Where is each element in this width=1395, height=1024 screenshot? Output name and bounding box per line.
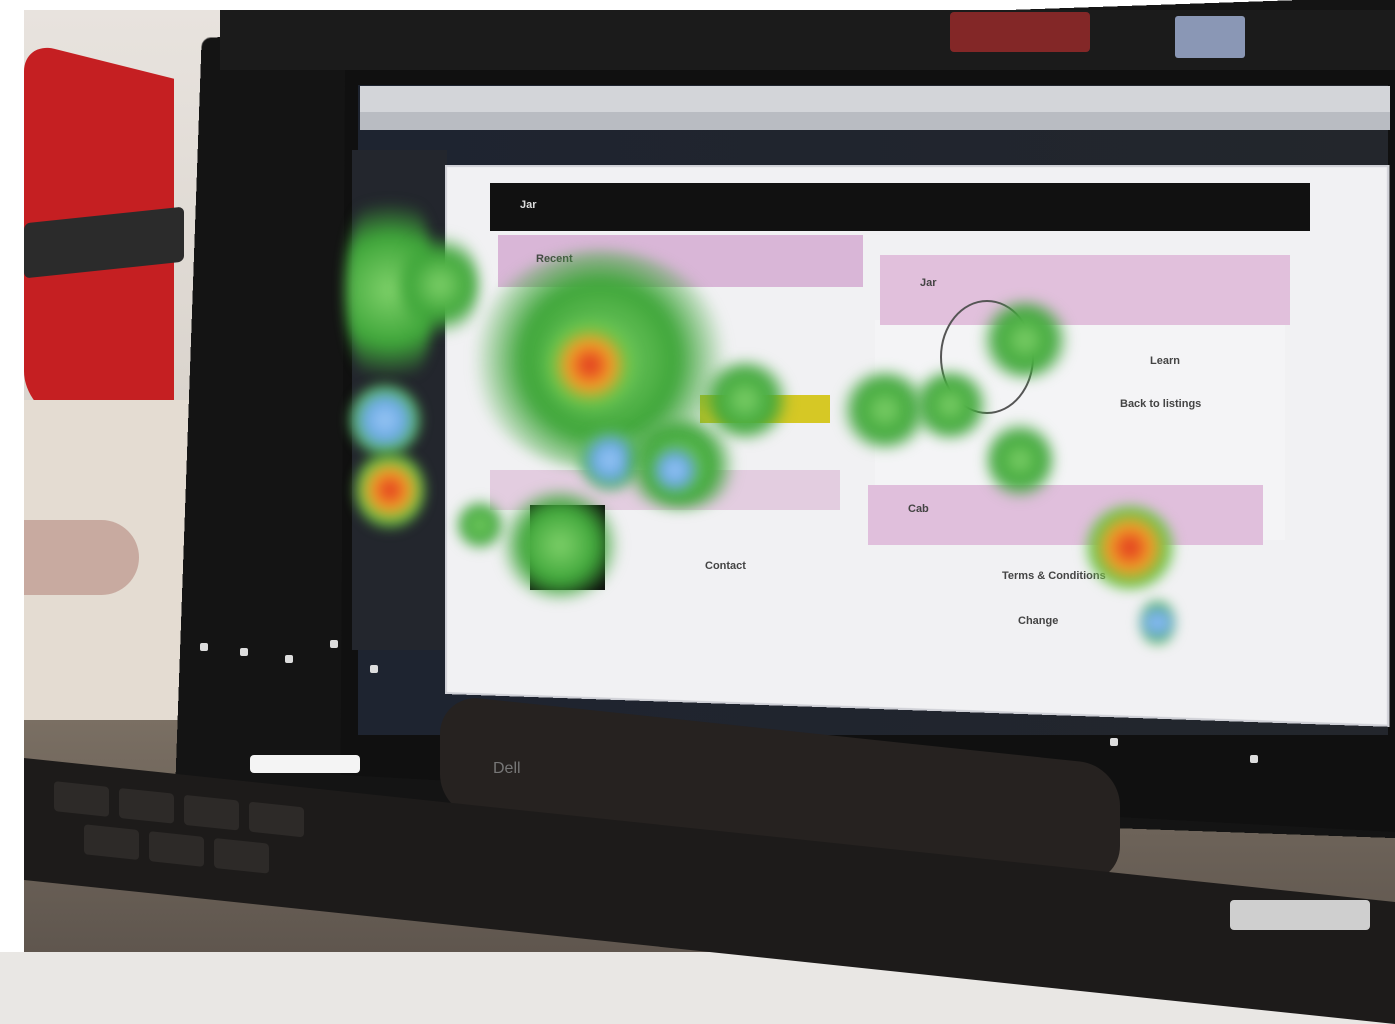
heatmap-blob: [980, 300, 1070, 380]
left-white-strip: [0, 0, 24, 952]
keyboard-key: [149, 831, 204, 867]
status-light: [250, 755, 360, 773]
link-terms[interactable]: Terms & Conditions: [1002, 570, 1106, 582]
taskbar-icon: [285, 655, 293, 663]
app-header-label: Jar: [520, 199, 537, 211]
laptop-logo: Dell: [493, 760, 521, 777]
heatmap-hotspot: [545, 320, 635, 410]
taskbar-icon: [1250, 755, 1258, 763]
heatmap-blob: [400, 230, 480, 340]
right-panel-title-2: Cab: [908, 503, 929, 515]
browser-titlebar: [360, 86, 1390, 112]
taskbar-icon: [330, 640, 338, 648]
keyboard-key: [119, 787, 174, 824]
heatmap-hotspot: [1085, 505, 1175, 590]
keyboard-key: [214, 837, 269, 874]
heatmap-blob: [500, 490, 620, 600]
heatmap-blob: [910, 370, 990, 440]
taskbar-icon: [200, 643, 208, 651]
app-header-bar: Jar: [490, 183, 1310, 231]
background-monitor-window-2: [1175, 16, 1245, 58]
heatmap-blob: [455, 500, 505, 550]
link-back[interactable]: Back to listings: [1120, 398, 1201, 410]
heatmap-hotspot: [355, 450, 425, 530]
heatmap-blob: [1140, 600, 1175, 645]
taskbar-icon: [240, 648, 248, 656]
browser-address-bar: [360, 112, 1390, 130]
right-panel-title: Jar: [920, 277, 937, 289]
heatmap-blob: [350, 385, 420, 455]
heatmap-blob: [985, 420, 1055, 500]
heatmap-blob: [700, 360, 790, 440]
link-learn[interactable]: Learn: [1150, 355, 1180, 367]
keyboard-key: [249, 801, 304, 838]
keyboard-key: [54, 781, 109, 817]
person-hand: [24, 520, 139, 595]
laptop-corner-light: [1230, 900, 1370, 930]
taskbar-icon: [370, 665, 378, 673]
keyboard-key: [84, 824, 139, 861]
left-footer-text: Contact: [705, 560, 746, 572]
right-panel-header: Jar: [880, 255, 1290, 325]
right-panel-header-2: Cab: [868, 485, 1263, 545]
taskbar-icon: [1110, 738, 1118, 746]
heatmap-blob: [650, 445, 700, 495]
keyboard-key: [184, 794, 239, 831]
background-monitor-window: [950, 12, 1090, 52]
link-change[interactable]: Change: [1018, 615, 1058, 627]
